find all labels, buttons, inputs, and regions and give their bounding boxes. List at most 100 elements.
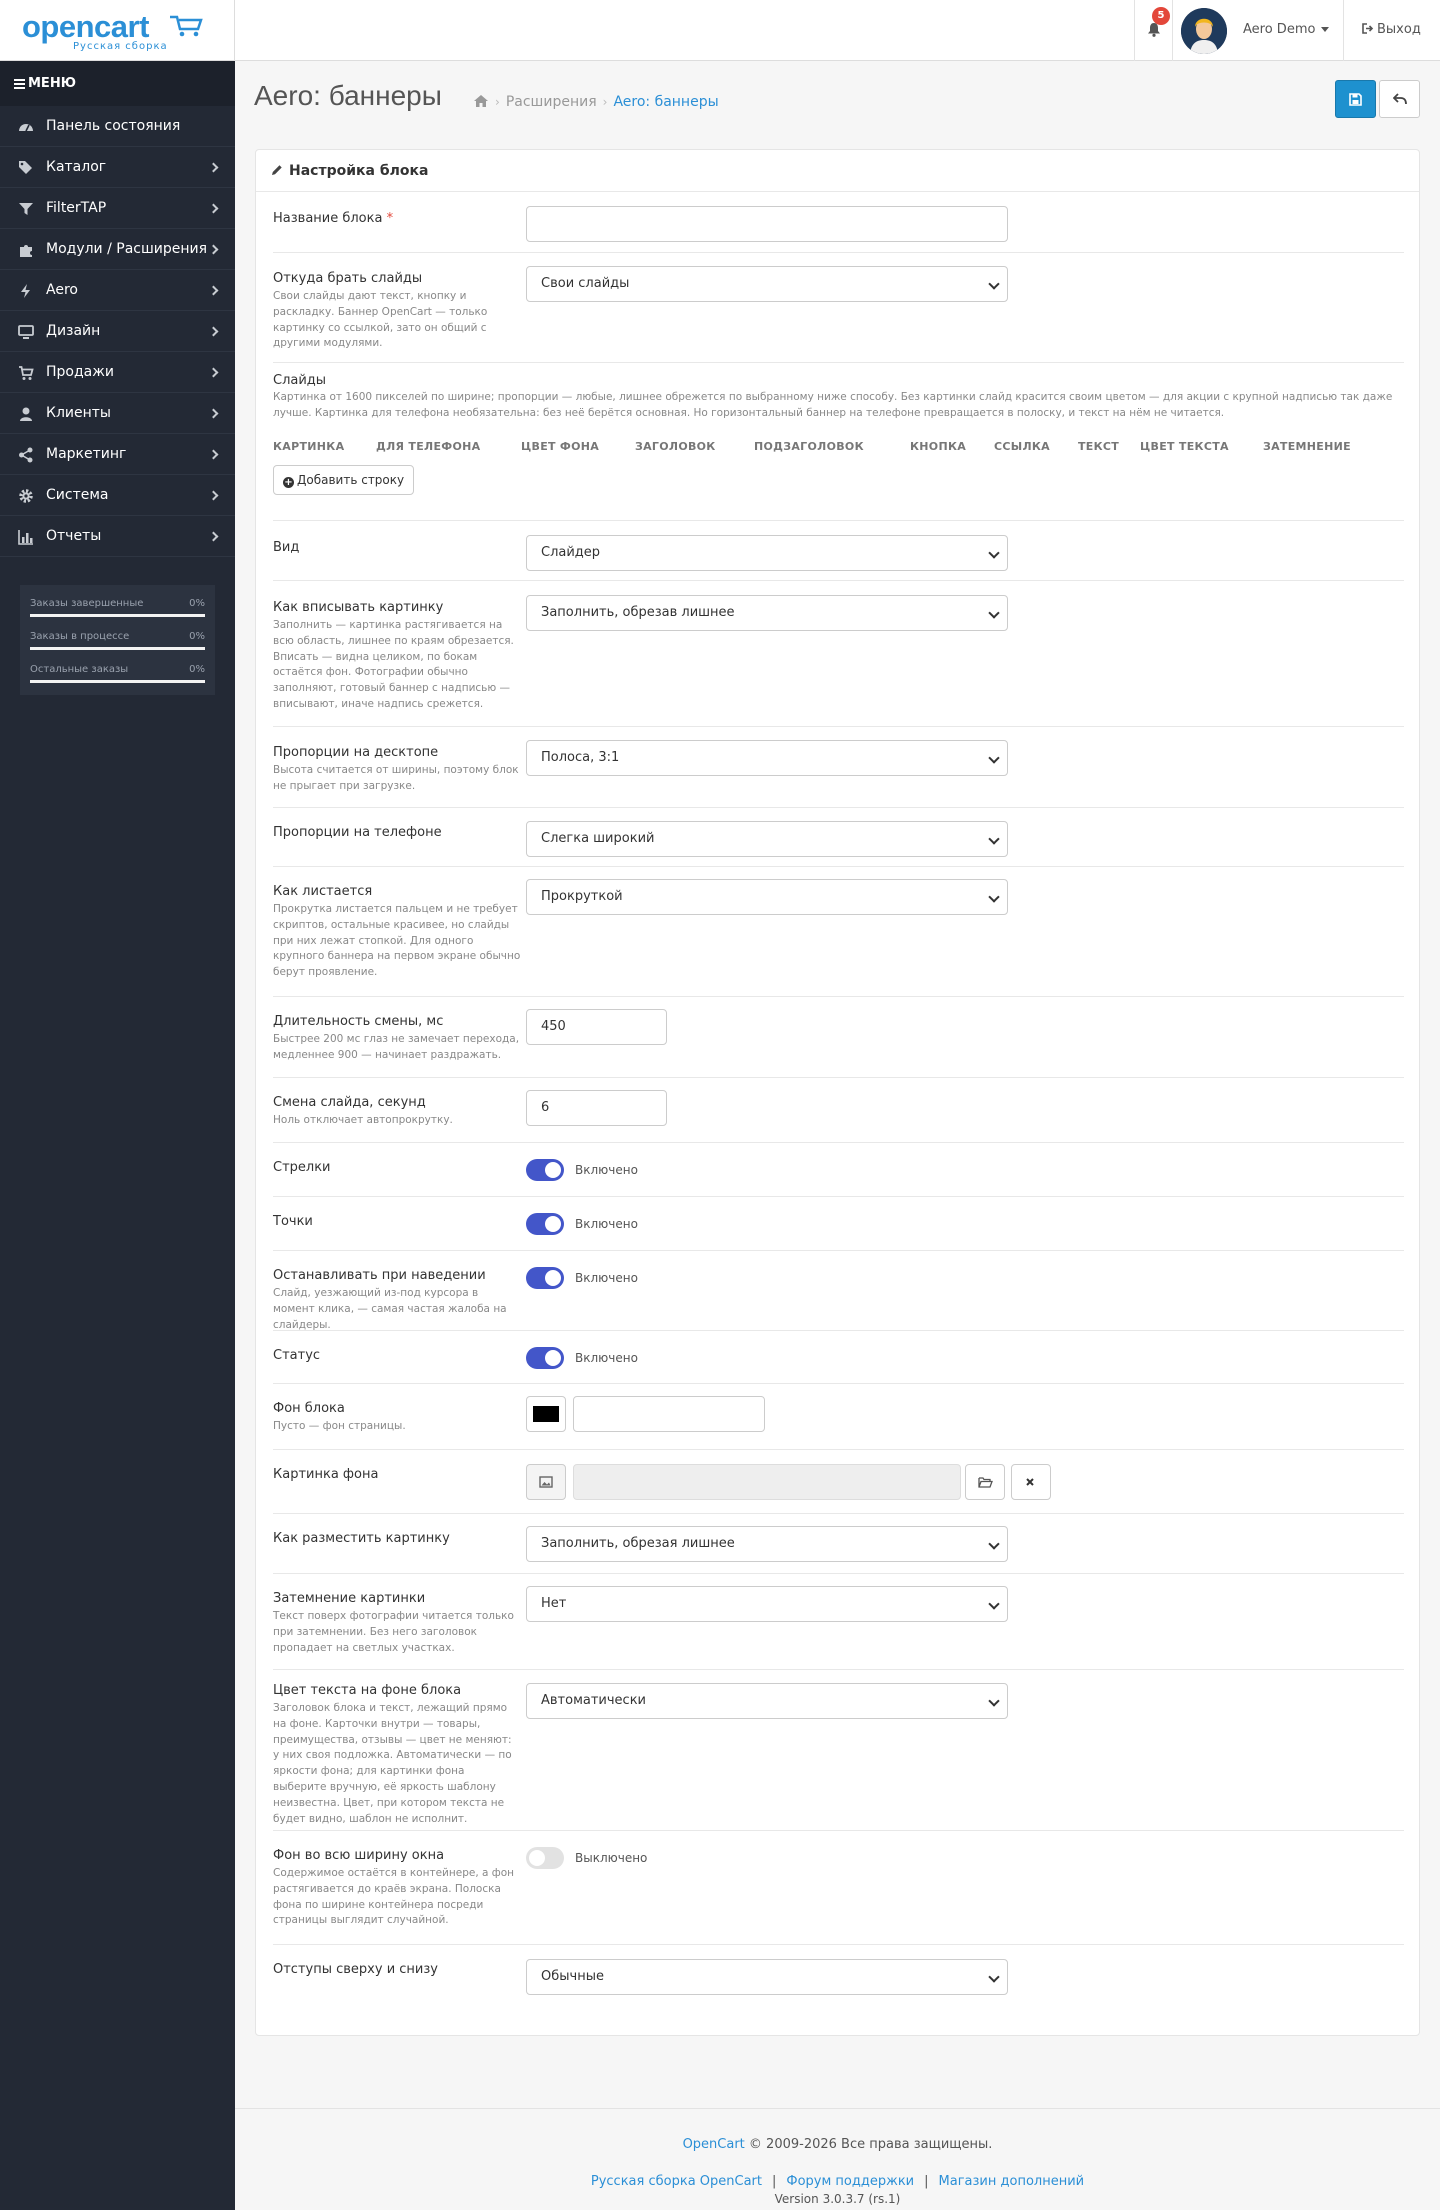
- duration-input[interactable]: 450: [526, 1009, 667, 1045]
- field-label: Фон блока: [273, 1401, 345, 1416]
- sidebar-item-label: Каталог: [46, 159, 107, 175]
- back-button[interactable]: [1379, 80, 1420, 118]
- field-pause: Останавливать при наведении Слайд, уезжа…: [273, 1251, 1404, 1331]
- chevron-right-icon: [208, 244, 219, 255]
- bg-color-input[interactable]: [573, 1396, 765, 1432]
- sidebar-item-modules[interactable]: Модули / Расширения: [0, 229, 235, 270]
- breadcrumb-current[interactable]: Aero: баннеры: [613, 94, 718, 110]
- breadcrumb-link[interactable]: Расширения: [506, 94, 597, 110]
- footer-link-ru-build[interactable]: Русская сборка OpenCart: [591, 2174, 762, 2189]
- field-label: Как вписывать картинку: [273, 600, 444, 615]
- toggle-state: Включено: [575, 1271, 638, 1285]
- image-preview[interactable]: [526, 1464, 566, 1500]
- field-help: Пусто — фон страницы.: [273, 1420, 406, 1432]
- desktop-icon: [18, 325, 34, 339]
- block-name-input[interactable]: [526, 206, 1008, 242]
- field-label: Картинка фона: [273, 1467, 379, 1482]
- field-label: Как листается: [273, 884, 373, 899]
- logo[interactable]: opencart Русская сборка: [0, 0, 235, 61]
- field-help: Прокрутка листается пальцем и не требует…: [273, 903, 521, 979]
- field-dots: Точки Включено: [273, 1197, 1404, 1251]
- field-padding: Отступы сверху и снизу Обычные: [273, 1945, 1404, 2007]
- plus-circle-icon: +: [283, 477, 294, 488]
- close-icon: [1026, 1478, 1034, 1486]
- field-help: Содержимое остаётся в контейнере, а фон …: [273, 1867, 515, 1927]
- sign-out-icon: [1362, 23, 1374, 34]
- sidebar-item-filtertap[interactable]: FilterTAP: [0, 188, 235, 229]
- chevron-right-icon: [208, 449, 219, 460]
- ratio-phone-select[interactable]: Слегка широкий: [526, 821, 1008, 857]
- sidebar-item-sales[interactable]: Продажи: [0, 352, 235, 393]
- column-header: ЦВЕТ ТЕКСТА: [1140, 440, 1229, 453]
- dots-toggle[interactable]: [526, 1213, 564, 1235]
- user-icon: [20, 407, 32, 421]
- interval-input[interactable]: 6: [526, 1090, 667, 1126]
- sidebar-item-aero[interactable]: Aero: [0, 270, 235, 311]
- chevron-right-icon: [208, 531, 219, 542]
- chevron-right-icon: [208, 285, 219, 296]
- view-select[interactable]: Слайдер: [526, 535, 1008, 571]
- fit-select[interactable]: Заполнить, обрезав лишнее: [526, 595, 1008, 631]
- ratio-desktop-select[interactable]: Полоса, 3:1: [526, 740, 1008, 776]
- sidebar-item-customers[interactable]: Клиенты: [0, 393, 235, 434]
- sidebar-item-marketing[interactable]: Маркетинг: [0, 434, 235, 475]
- scroll-select[interactable]: Прокруткой: [526, 879, 1008, 915]
- status-toggle[interactable]: [526, 1347, 564, 1369]
- field-label: Точки: [273, 1214, 313, 1229]
- home-icon[interactable]: [473, 94, 489, 108]
- field-interval: Смена слайда, секунд Ноль отключает авто…: [273, 1078, 1404, 1143]
- footer-opencart-link[interactable]: OpenCart: [683, 2137, 745, 2152]
- sidebar-item-label: FilterTAP: [46, 200, 107, 216]
- field-duration: Длительность смены, мс Быстрее 200 мс гл…: [273, 997, 1404, 1078]
- add-row-button[interactable]: + Добавить строку: [273, 465, 415, 495]
- column-header: ССЫЛКА: [994, 440, 1050, 453]
- color-swatch[interactable]: [526, 1396, 566, 1432]
- clear-button[interactable]: [1011, 1464, 1051, 1500]
- dashboard-icon: [19, 124, 33, 132]
- user-name: Aero Demo: [1243, 22, 1316, 37]
- field-text-color: Цвет текста на фоне блока Заголовок блок…: [273, 1670, 1404, 1831]
- sidebar-item-label: Aero: [46, 282, 78, 298]
- notification-badge: 5: [1152, 7, 1170, 25]
- column-header: ТЕКСТ: [1078, 440, 1120, 453]
- sidebar-item-label: Дизайн: [46, 323, 101, 339]
- tags-icon: [19, 161, 32, 174]
- sidebar-item-reports[interactable]: Отчеты: [0, 516, 235, 557]
- text-color-select[interactable]: Автоматически: [526, 1683, 1008, 1719]
- bg-place-select[interactable]: Заполнить, обрезая лишнее: [526, 1526, 1008, 1562]
- full-width-toggle[interactable]: [526, 1847, 564, 1869]
- pause-toggle[interactable]: [526, 1267, 564, 1289]
- sidebar-item-label: Продажи: [46, 364, 114, 380]
- menu-title: МЕНЮ: [28, 76, 76, 91]
- source-select[interactable]: Свои слайды: [526, 266, 1008, 302]
- save-button[interactable]: [1335, 80, 1376, 118]
- sidebar-item-design[interactable]: Дизайн: [0, 311, 235, 352]
- footer-link-forum[interactable]: Форум поддержки: [786, 2174, 914, 2189]
- logout-button[interactable]: Выход: [1343, 0, 1440, 61]
- sidebar-item-label: Система: [46, 487, 109, 503]
- field-bg-image: Картинка фона: [273, 1450, 1404, 1514]
- sidebar-item-dashboard[interactable]: Панель состояния: [0, 106, 235, 147]
- browse-button[interactable]: [965, 1464, 1005, 1500]
- field-help: Ноль отключает автопрокрутку.: [273, 1114, 453, 1126]
- stat-completed: Заказы завершенные 0%: [30, 595, 205, 628]
- field-label: Затемнение картинки: [273, 1591, 426, 1606]
- padding-select[interactable]: Обычные: [526, 1959, 1008, 1995]
- arrows-toggle[interactable]: [526, 1159, 564, 1181]
- notifications-button[interactable]: 5: [1134, 0, 1172, 61]
- footer-link-store[interactable]: Магазин дополнений: [939, 2174, 1085, 2189]
- cart-icon: [19, 366, 34, 380]
- sidebar-item-system[interactable]: Система: [0, 475, 235, 516]
- dim-select[interactable]: Нет: [526, 1586, 1008, 1622]
- column-header: ЦВЕТ ФОНА: [521, 440, 600, 453]
- user-menu[interactable]: Aero Demo: [1172, 0, 1343, 61]
- field-label: Пропорции на телефоне: [273, 825, 442, 840]
- menu-toggle[interactable]: МЕНЮ: [0, 61, 235, 106]
- field-help: Слайд, уезжающий из-под курсора в момент…: [273, 1287, 507, 1331]
- sidebar-item-catalog[interactable]: Каталог: [0, 147, 235, 188]
- image-icon: [539, 1476, 553, 1488]
- bolt-icon: [21, 284, 30, 298]
- field-source: Откуда брать слайды Свои слайды дают тек…: [273, 253, 1404, 363]
- chevron-right-icon: [208, 490, 219, 501]
- settings-panel: Настройка блока Название блока * Откуда …: [255, 149, 1420, 2036]
